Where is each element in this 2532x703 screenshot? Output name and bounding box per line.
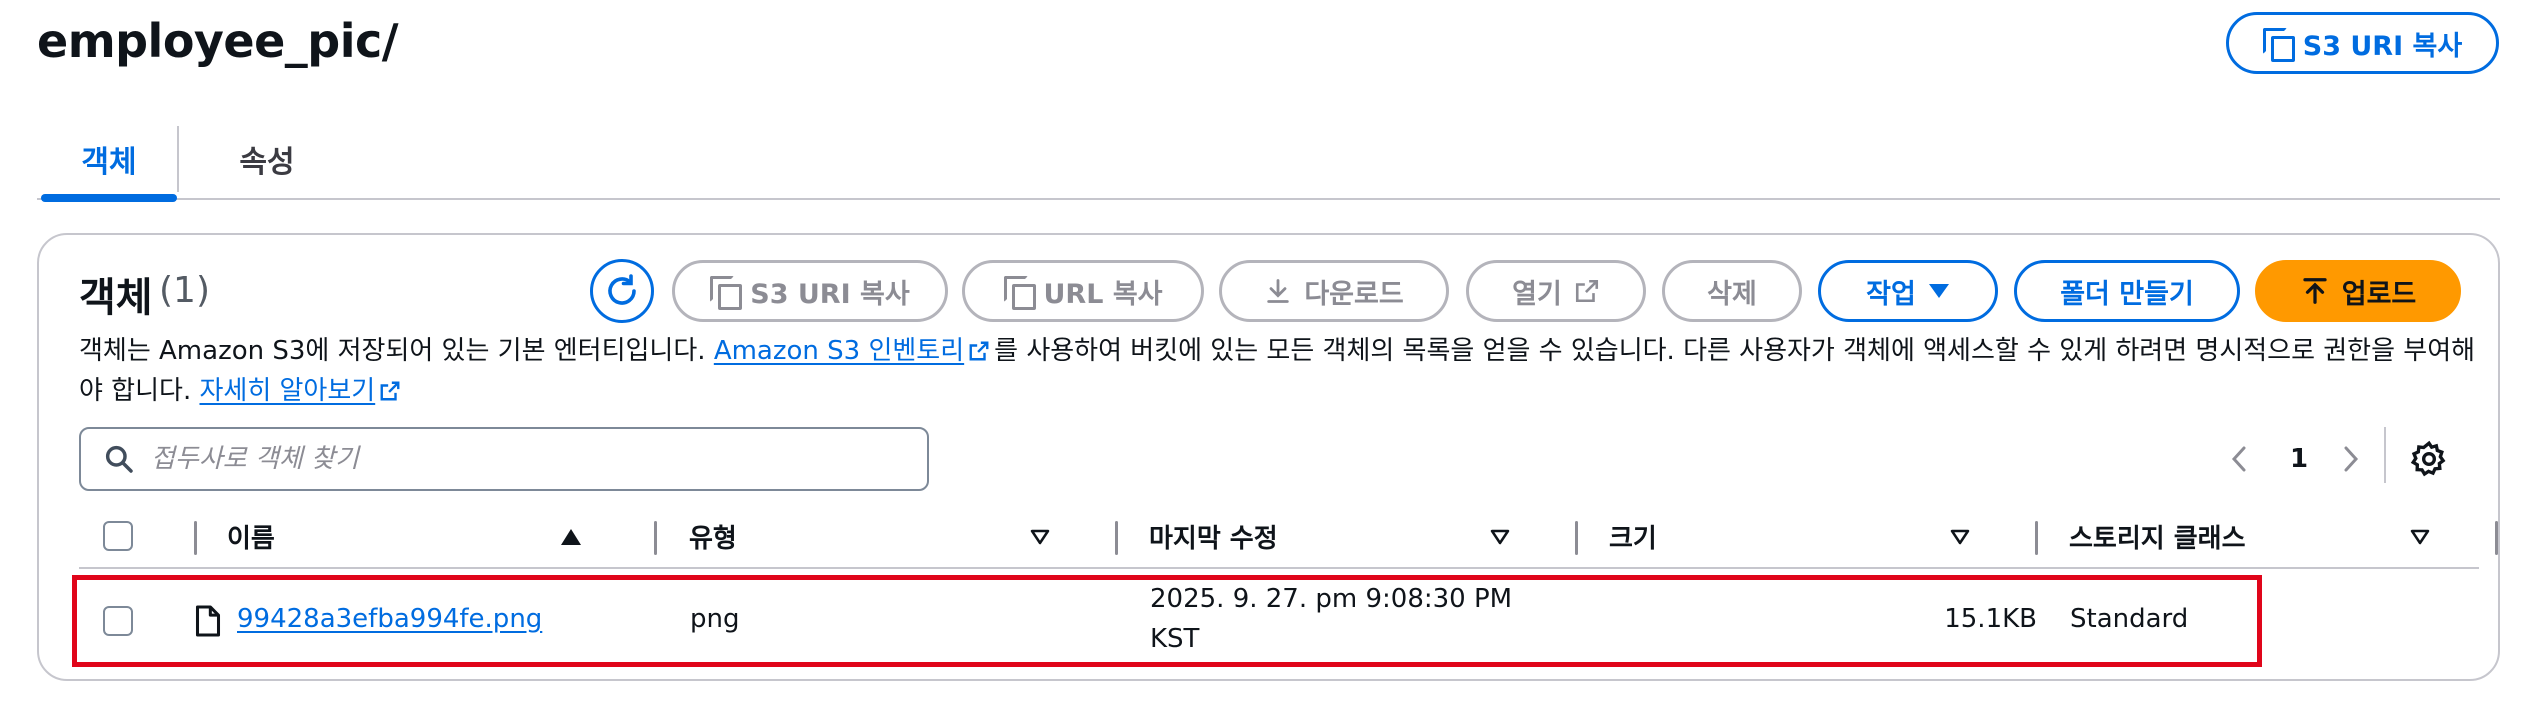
row-checkbox[interactable] xyxy=(103,606,133,636)
upload-button[interactable]: 업로드 xyxy=(2255,260,2461,322)
objects-panel: 객체 (1) S3 URI 복사 URL 복사 다운로드 열기 삭제 작업 폴더… xyxy=(37,233,2500,681)
column-divider[interactable] xyxy=(1115,521,1118,555)
pagination-next-button[interactable] xyxy=(2331,427,2371,491)
copy-icon xyxy=(2262,28,2295,62)
external-link-icon[interactable] xyxy=(379,380,401,402)
upload-icon xyxy=(2303,278,2327,304)
open-button[interactable]: 열기 xyxy=(1466,260,1646,322)
column-divider[interactable] xyxy=(1575,521,1578,555)
tab-divider xyxy=(177,126,179,192)
download-label: 다운로드 xyxy=(1304,278,1404,310)
copy-url-button[interactable]: URL 복사 xyxy=(962,260,1204,322)
gear-icon[interactable] xyxy=(2409,439,2449,479)
object-name-link[interactable]: 99428a3efba994fe.png xyxy=(237,604,542,634)
refresh-button[interactable] xyxy=(590,259,654,323)
chevron-left-icon xyxy=(2231,446,2246,472)
copy-s3-uri-button[interactable]: S3 URI 복사 xyxy=(672,260,948,322)
column-divider[interactable] xyxy=(2035,521,2038,555)
download-button[interactable]: 다운로드 xyxy=(1219,260,1449,322)
upload-label: 업로드 xyxy=(2341,278,2417,310)
page-title: employee_pic/ xyxy=(37,14,399,68)
delete-label: 삭제 xyxy=(1707,278,1757,310)
column-header-name[interactable]: 이름 xyxy=(227,505,275,567)
search-box xyxy=(79,427,929,491)
inventory-link[interactable]: Amazon S3 인벤토리 xyxy=(714,336,964,366)
copy-icon xyxy=(1003,276,1036,310)
object-type: png xyxy=(690,604,740,634)
download-icon xyxy=(1267,279,1290,303)
delete-button[interactable]: 삭제 xyxy=(1662,260,1802,322)
object-storage-class: Standard xyxy=(2070,604,2189,634)
open-label: 열기 xyxy=(1512,278,1562,310)
pagination-divider xyxy=(2384,427,2386,483)
description-text-1: 객체는 Amazon S3에 저장되어 있는 기본 엔터티입니다. xyxy=(79,336,714,366)
copy-icon xyxy=(710,276,743,310)
copy-s3-uri-label: S3 URI 복사 xyxy=(750,278,910,310)
objects-count: (1) xyxy=(159,270,210,311)
sort-ascending-icon[interactable] xyxy=(561,529,581,545)
external-link-icon xyxy=(1575,279,1598,303)
actions-dropdown-button[interactable]: 작업 xyxy=(1818,260,1998,322)
table-row[interactable]: 99428a3efba994fe.png png 2025. 9. 27. pm… xyxy=(72,575,2262,667)
actions-label: 작업 xyxy=(1866,278,1916,310)
create-folder-button[interactable]: 폴더 만들기 xyxy=(2014,260,2240,322)
chevron-right-icon xyxy=(2344,446,2359,472)
column-divider xyxy=(194,521,197,555)
file-icon xyxy=(195,605,221,637)
sort-descending-icon[interactable] xyxy=(1950,529,1970,545)
column-header-storage-class[interactable]: 스토리지 클래스 xyxy=(2069,505,2246,567)
table-header: 이름 유형 마지막 수정 크기 스토리지 클래스 xyxy=(79,505,2498,569)
external-link-icon[interactable] xyxy=(968,340,990,362)
objects-heading: 객체 xyxy=(79,275,153,321)
tab-properties[interactable]: 속성 xyxy=(197,120,337,198)
object-last-modified-tz: KST xyxy=(1150,624,1200,654)
search-icon xyxy=(105,445,133,473)
column-divider[interactable] xyxy=(2495,521,2498,555)
sort-descending-icon[interactable] xyxy=(1030,529,1050,545)
tab-bar: 객체 속성 xyxy=(37,120,2500,202)
refresh-icon xyxy=(608,274,636,305)
object-last-modified-date: 2025. 9. 27. pm 9:08:30 PM xyxy=(1150,584,1513,614)
caret-down-icon xyxy=(1928,284,1949,298)
create-folder-label: 폴더 만들기 xyxy=(2060,278,2194,310)
tab-objects[interactable]: 객체 xyxy=(41,120,177,202)
copy-url-label: URL 복사 xyxy=(1043,278,1163,310)
pagination-current-page[interactable]: 1 xyxy=(2279,427,2319,491)
column-header-type[interactable]: 유형 xyxy=(689,505,737,567)
copy-s3-uri-header-label: S3 URI 복사 xyxy=(2302,30,2463,62)
search-input[interactable] xyxy=(151,444,911,474)
object-size: 15.1KB xyxy=(1944,604,2037,634)
learn-more-link[interactable]: 자세히 알아보기 xyxy=(199,376,375,406)
select-all-checkbox[interactable] xyxy=(103,521,133,551)
copy-s3-uri-header-button[interactable]: S3 URI 복사 xyxy=(2226,12,2499,74)
sort-descending-icon[interactable] xyxy=(2410,529,2430,545)
column-header-last-modified[interactable]: 마지막 수정 xyxy=(1149,505,1278,567)
column-header-size[interactable]: 크기 xyxy=(1609,505,1657,567)
pagination-prev-button[interactable] xyxy=(2219,427,2259,491)
objects-description: 객체는 Amazon S3에 저장되어 있는 기본 엔터티입니다. Amazon… xyxy=(79,331,2479,411)
column-divider[interactable] xyxy=(654,521,657,555)
sort-descending-icon[interactable] xyxy=(1490,529,1510,545)
